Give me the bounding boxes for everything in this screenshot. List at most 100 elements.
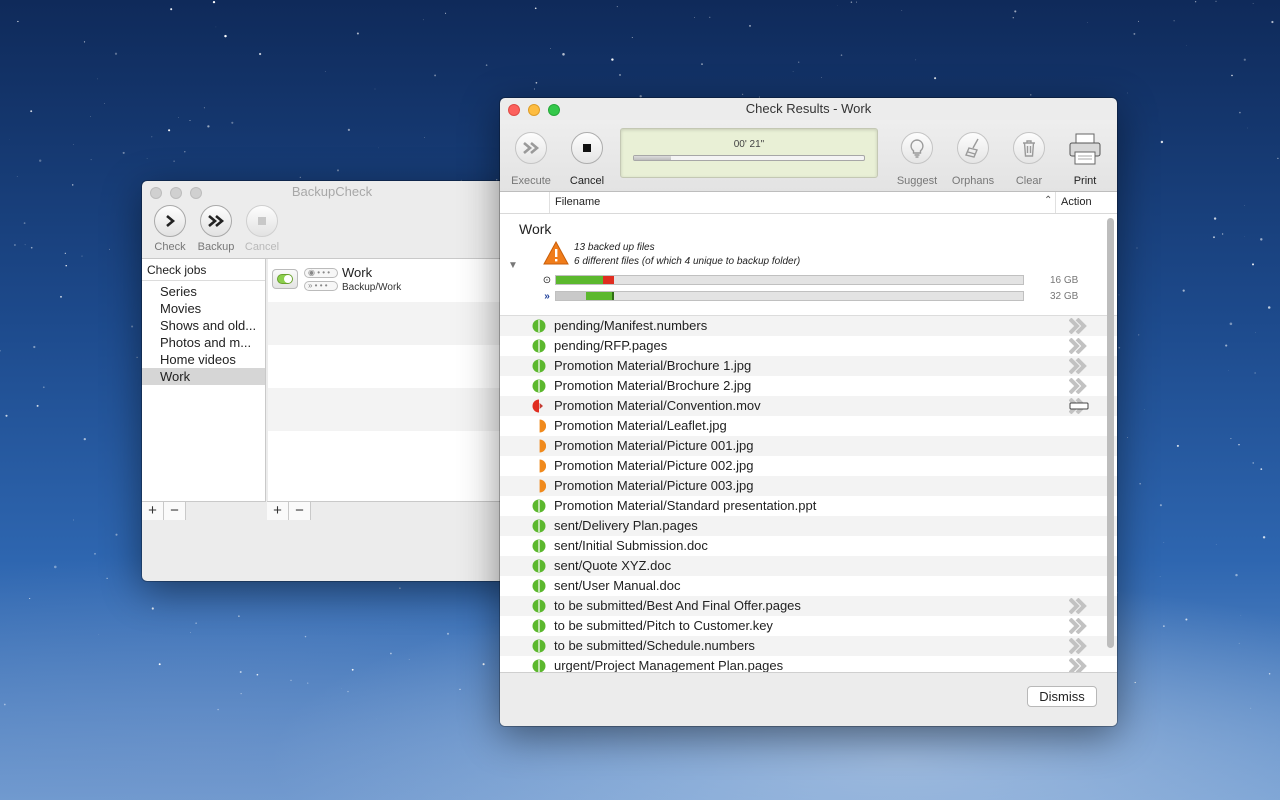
column-header: Filename ⌃ Action	[500, 192, 1117, 214]
disclosure-triangle-icon[interactable]: ▼	[508, 260, 518, 271]
file-row[interactable]: Promotion Material/Picture 003.jpg	[500, 476, 1117, 496]
job-enable-toggle[interactable]	[272, 269, 298, 289]
action-column-header[interactable]: Action	[1055, 192, 1092, 213]
progress-fill	[634, 156, 671, 160]
file-row[interactable]: Promotion Material/Brochure 2.jpg	[500, 376, 1117, 396]
results-list: ▼ Work 13 backed up files 6 different fi…	[500, 214, 1117, 672]
remove-item-button[interactable]: −	[289, 502, 311, 520]
orphans-button[interactable]: Orphans	[944, 132, 1002, 187]
main-area: Check jobs Series Movies Shows and old... P…	[142, 258, 522, 581]
file-row[interactable]: sent/User Manual.doc	[500, 576, 1117, 596]
file-name: pending/RFP.pages	[554, 338, 668, 353]
minimize-button[interactable]	[528, 104, 540, 116]
file-row[interactable]: urgent/Project Management Plan.pages	[500, 656, 1117, 672]
elapsed-time: 00' 21"	[733, 139, 765, 150]
job-type-indicators: ◉ • • • » • • •	[304, 267, 338, 291]
lightbulb-icon	[910, 139, 924, 158]
status-red-left-icon	[532, 399, 546, 413]
file-row[interactable]: Promotion Material/Picture 001.jpg	[500, 436, 1117, 456]
jobs-list: Series Movies Shows and old... Photos and m…	[142, 281, 265, 385]
status-green-full-icon	[532, 519, 546, 533]
file-name: Promotion Material/Picture 002.jpg	[554, 458, 754, 473]
file-row[interactable]: Promotion Material/Standard presentation…	[500, 496, 1117, 516]
empty-row	[268, 302, 522, 345]
job-row[interactable]: ◉ • • • » • • • Work Backup/Work	[268, 259, 522, 302]
file-row[interactable]: pending/RFP.pages	[500, 336, 1117, 356]
job-item[interactable]: Movies	[142, 300, 265, 317]
warning-icon	[543, 241, 569, 265]
execute-button[interactable]: Execute	[502, 132, 560, 187]
file-row[interactable]: sent/Initial Submission.doc	[500, 536, 1117, 556]
status-green-full-icon	[532, 579, 546, 593]
status-orange-right-icon	[532, 419, 547, 433]
footer-bar: Dismiss	[500, 672, 1117, 726]
backup-indicator-icon: » • • •	[304, 280, 338, 291]
status-green-full-icon	[532, 379, 546, 393]
file-row[interactable]: to be submitted/Best And Final Offer.pag…	[500, 596, 1117, 616]
check-button[interactable]: Check	[148, 203, 192, 257]
backup-usage-row: » 32 GB	[540, 290, 1080, 302]
file-row[interactable]: sent/Quote XYZ.doc	[500, 556, 1117, 576]
double-chevron-right-icon	[208, 215, 225, 227]
close-button[interactable]	[150, 187, 162, 199]
add-item-button[interactable]: +	[267, 502, 289, 520]
file-name: to be submitted/Best And Final Offer.pag…	[554, 598, 801, 613]
job-item[interactable]: Series	[142, 283, 265, 300]
file-row[interactable]: sent/Delivery Plan.pages	[500, 516, 1117, 536]
trash-icon	[1023, 140, 1035, 157]
print-button[interactable]: Print	[1056, 132, 1114, 187]
job-item[interactable]: Photos and m...	[142, 334, 265, 351]
cancel-button[interactable]: Cancel	[558, 132, 616, 187]
backup-label: Backup	[197, 241, 235, 253]
job-item[interactable]: Shows and old...	[142, 317, 265, 334]
orphans-label: Orphans	[951, 175, 995, 187]
window-controls	[508, 104, 560, 116]
file-row[interactable]: Promotion Material/Leaflet.jpg	[500, 416, 1117, 436]
check-results-window: Check Results - Work Execute Cancel 00' …	[500, 98, 1117, 726]
suggest-button[interactable]: Suggest	[888, 132, 946, 187]
file-row[interactable]: to be submitted/Pitch to Customer.key	[500, 616, 1117, 636]
double-chevron-right-icon	[523, 142, 540, 154]
file-name: to be submitted/Schedule.numbers	[554, 638, 755, 653]
dismiss-button[interactable]: Dismiss	[1027, 686, 1097, 707]
file-row[interactable]: to be submitted/Schedule.numbers	[500, 636, 1117, 656]
zoom-button[interactable]	[548, 104, 560, 116]
status-green-full-icon	[532, 359, 546, 373]
job-path: Backup/Work	[342, 282, 402, 293]
file-name: Promotion Material/Standard presentation…	[554, 498, 817, 513]
copy-forward-icon[interactable]	[1068, 657, 1087, 672]
backup-button[interactable]: Backup	[194, 203, 238, 257]
file-name: urgent/Project Management Plan.pages	[554, 658, 784, 672]
clear-button[interactable]: Clear	[1000, 132, 1058, 187]
remove-job-button[interactable]: −	[164, 502, 186, 520]
status-green-full-icon	[532, 559, 546, 573]
file-row[interactable]: Promotion Material/Convention.mov	[500, 396, 1117, 416]
status-orange-right-icon	[532, 459, 547, 473]
status-green-full-icon	[532, 339, 546, 353]
source-usage-row: ⊙ 16 GB	[540, 274, 1080, 286]
file-name: Promotion Material/Convention.mov	[554, 398, 761, 413]
file-rows: pending/Manifest.numbers pending/RFP.page…	[500, 316, 1117, 672]
status-green-full-icon	[532, 639, 546, 653]
status-orange-right-icon	[532, 439, 547, 453]
backup-usage-bar	[555, 291, 1024, 301]
file-name: Promotion Material/Brochure 1.jpg	[554, 358, 752, 373]
progress-display: 00' 21"	[620, 128, 878, 178]
zoom-button[interactable]	[190, 187, 202, 199]
cancel-button[interactable]: Cancel	[240, 203, 284, 257]
status-green-full-icon	[532, 619, 546, 633]
job-item[interactable]: Work	[142, 368, 265, 385]
file-row[interactable]: Promotion Material/Picture 002.jpg	[500, 456, 1117, 476]
broom-icon	[965, 138, 979, 158]
job-item[interactable]: Home videos	[142, 351, 265, 368]
file-row[interactable]: pending/Manifest.numbers	[500, 316, 1117, 336]
filename-column-header[interactable]: Filename	[555, 196, 600, 208]
minimize-button[interactable]	[170, 187, 182, 199]
status-column-header[interactable]	[500, 192, 550, 213]
add-job-button[interactable]: +	[142, 502, 164, 520]
close-button[interactable]	[508, 104, 520, 116]
file-name: pending/Manifest.numbers	[554, 318, 708, 333]
file-name: sent/Quote XYZ.doc	[554, 558, 672, 573]
vertical-scrollbar[interactable]	[1107, 218, 1114, 648]
file-row[interactable]: Promotion Material/Brochure 1.jpg	[500, 356, 1117, 376]
